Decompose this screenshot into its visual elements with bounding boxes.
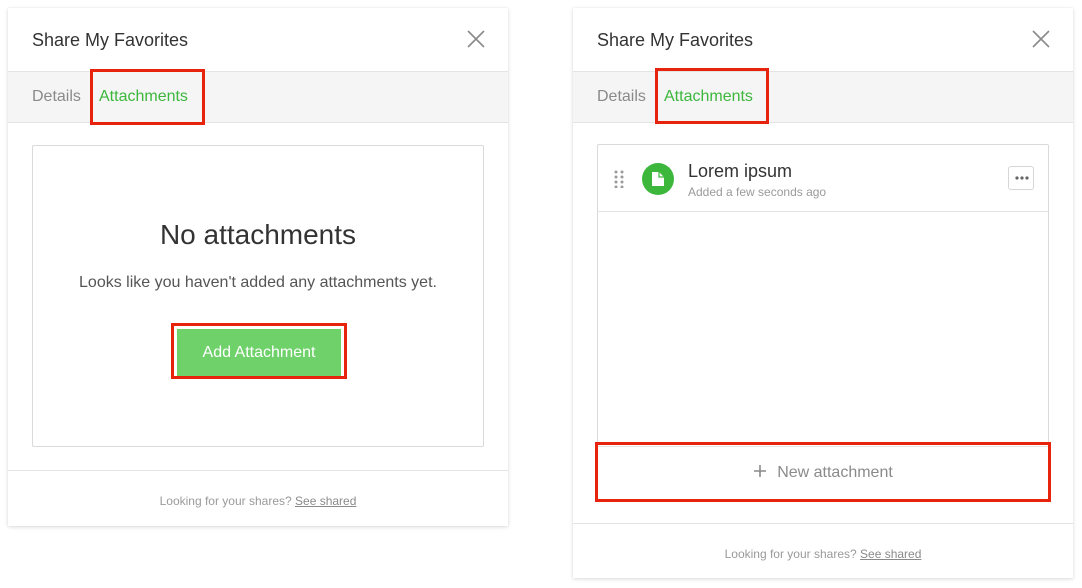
attachments-list: Lorem ipsum Added a few seconds ago New …	[597, 144, 1049, 500]
file-icon	[652, 172, 664, 186]
more-icon	[1015, 176, 1029, 180]
close-button[interactable]	[464, 27, 488, 51]
close-icon	[1032, 30, 1050, 48]
share-dialog-with-attachment: Share My Favorites Details Attachments L…	[573, 8, 1073, 578]
empty-state-heading: No attachments	[159, 219, 357, 250]
footer-text: Looking for your shares?	[159, 494, 292, 508]
drag-handle[interactable]	[614, 170, 624, 189]
tab-details[interactable]: Details	[32, 88, 81, 106]
add-attachment-button[interactable]: Add Attachment	[177, 329, 341, 376]
file-avatar	[642, 163, 674, 195]
attachment-title[interactable]: Lorem ipsum	[688, 161, 792, 182]
dialog-header: Share My Favorites	[573, 8, 1073, 72]
tab-attachments[interactable]: Attachments	[99, 88, 188, 106]
tab-details[interactable]: Details	[597, 88, 646, 106]
dialog-header: Share My Favorites	[8, 8, 508, 72]
plus-icon	[754, 465, 767, 477]
attachment-timestamp: Added a few seconds ago	[688, 185, 827, 199]
dialog-footer: Looking for your shares? See shared	[573, 523, 1073, 578]
list-item[interactable]: Lorem ipsum Added a few seconds ago	[598, 145, 1048, 212]
dialog-footer: Looking for your shares? See shared	[8, 470, 508, 526]
see-shared-link[interactable]: See shared	[860, 547, 921, 561]
footer-text: Looking for your shares?	[724, 547, 857, 561]
new-attachment-label: New attachment	[777, 464, 893, 481]
empty-state-message: Looks like you haven't added any attachm…	[79, 274, 437, 291]
tab-bar: Details Attachments	[8, 72, 508, 123]
close-icon	[467, 30, 485, 48]
share-dialog-empty: Share My Favorites Details Attachments N…	[8, 8, 508, 526]
dialog-title: Share My Favorites	[597, 30, 754, 50]
dialog-title: Share My Favorites	[32, 30, 189, 50]
tab-bar: Details Attachments	[573, 72, 1073, 123]
tab-attachments[interactable]: Attachments	[664, 88, 753, 106]
more-options-button[interactable]	[1008, 166, 1034, 190]
see-shared-link[interactable]: See shared	[295, 494, 356, 508]
close-button[interactable]	[1029, 27, 1053, 51]
new-attachment-button[interactable]: New attachment	[598, 446, 1048, 499]
empty-state: No attachments Looks like you haven't ad…	[32, 145, 484, 447]
drag-handle-icon	[614, 170, 624, 189]
